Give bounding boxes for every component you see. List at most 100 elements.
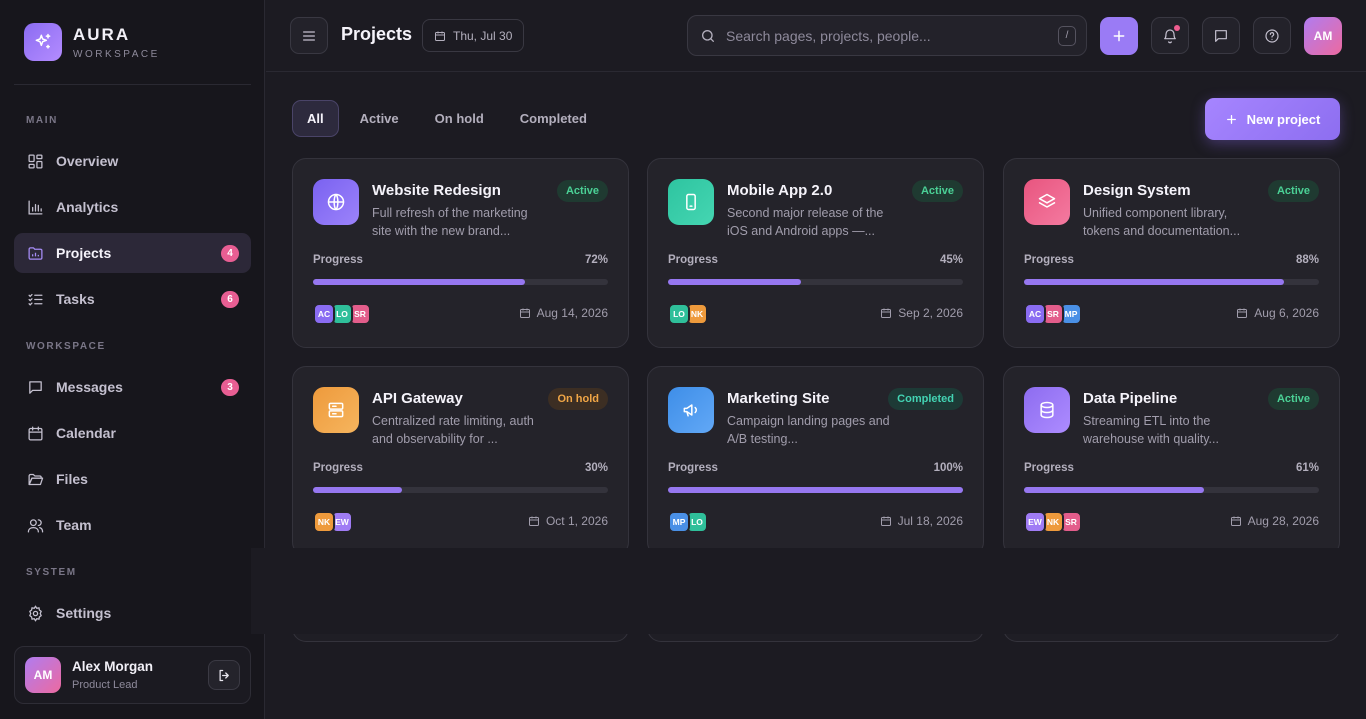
- project-card[interactable]: Data Pipeline Streaming ETL into the war…: [1003, 366, 1340, 556]
- project-card[interactable]: API Gateway Centralized rate limiting, a…: [292, 366, 629, 556]
- due-date: Aug 14, 2026: [519, 306, 608, 320]
- menu-toggle-button[interactable]: [290, 17, 328, 54]
- project-card[interactable]: Website Redesign Full refresh of the mar…: [292, 158, 629, 348]
- date-chip[interactable]: Thu, Jul 30: [422, 19, 525, 52]
- due-date-label: Oct 1, 2026: [545, 514, 608, 528]
- message-icon: [1215, 29, 1227, 42]
- section-label-workspace: WORKSPACE: [26, 341, 106, 352]
- sidebar-item-analytics[interactable]: Analytics: [14, 187, 251, 227]
- sidebar-item-files[interactable]: Files: [14, 459, 251, 499]
- folder-icon: [26, 244, 44, 262]
- messages-button[interactable]: [1202, 17, 1240, 54]
- plus-icon: [1226, 114, 1236, 124]
- project-title[interactable]: Mobile App 2.0: [727, 182, 832, 199]
- count-badge: 6: [221, 291, 239, 308]
- project-description: Unified component library, tokens and do…: [1083, 206, 1241, 238]
- page-title: Projects: [341, 24, 413, 44]
- status-badge: Active: [1267, 388, 1319, 410]
- due-date: Aug 28, 2026: [1230, 514, 1319, 528]
- progress-label: Progress: [1024, 254, 1074, 266]
- member-avatars: NK EW: [313, 511, 353, 533]
- search-bar[interactable]: /: [687, 15, 1087, 56]
- notifications-button[interactable]: [1151, 17, 1189, 54]
- sidebar-item-label: Tasks: [56, 291, 95, 307]
- progress-fill: [1024, 279, 1284, 285]
- sidebar: AURA WORKSPACE MAIN Overview Analytics P…: [0, 0, 265, 719]
- progress-bar: [313, 487, 608, 493]
- project-description: Campaign landing pages and A/B testing..…: [727, 414, 890, 446]
- progress-fill: [668, 279, 801, 285]
- divider: [14, 84, 251, 85]
- calendar-icon: [26, 424, 44, 442]
- project-title[interactable]: Design System: [1083, 182, 1191, 199]
- project-card[interactable]: Mobile App 2.0 Second major release of t…: [647, 158, 984, 348]
- due-date: Oct 1, 2026: [528, 514, 608, 528]
- status-badge: Completed: [888, 388, 963, 410]
- avatar[interactable]: AM: [1304, 17, 1342, 55]
- member-avatars: LO NK: [668, 303, 708, 325]
- progress-value: 30%: [584, 462, 608, 474]
- project-card[interactable]: Marketing Site Campaign landing pages an…: [647, 366, 984, 556]
- project-title[interactable]: Marketing Site: [727, 390, 830, 407]
- add-button[interactable]: [1100, 17, 1138, 55]
- sidebar-item-team[interactable]: Team: [14, 505, 251, 545]
- tab-on-hold[interactable]: On hold: [420, 100, 499, 137]
- due-date: Aug 6, 2026: [1236, 306, 1319, 320]
- globe-icon: [313, 179, 359, 225]
- project-title[interactable]: API Gateway: [372, 390, 463, 407]
- shortcut-hint: /: [1058, 25, 1076, 46]
- search-input[interactable]: [726, 27, 1058, 44]
- sidebar-item-messages[interactable]: Messages 3: [14, 367, 251, 407]
- progress-label: Progress: [313, 254, 363, 266]
- progress-fill: [313, 279, 526, 285]
- section-label-system: SYSTEM: [26, 567, 77, 578]
- search-icon: [702, 29, 714, 42]
- sidebar-item-label: Files: [56, 471, 88, 487]
- project-title[interactable]: Website Redesign: [372, 182, 501, 199]
- sidebar-item-overview[interactable]: Overview: [14, 141, 251, 181]
- calendar-icon: [881, 308, 892, 318]
- sidebar-item-settings[interactable]: Settings: [14, 593, 251, 633]
- progress-bar: [1024, 487, 1319, 493]
- project-title[interactable]: Data Pipeline: [1083, 390, 1177, 407]
- phone-icon: [668, 179, 714, 225]
- progress-fill: [1024, 487, 1204, 493]
- sidebar-item-label: Messages: [56, 379, 123, 395]
- sidebar-item-projects[interactable]: Projects 4: [14, 233, 251, 273]
- progress-bar: [1024, 279, 1319, 285]
- logout-button[interactable]: [208, 660, 240, 690]
- notification-dot: [1174, 25, 1180, 31]
- plus-icon: [1113, 30, 1125, 42]
- brand[interactable]: AURA WORKSPACE: [24, 23, 160, 61]
- due-date-label: Sep 2, 2026: [898, 306, 963, 320]
- calendar-icon: [880, 516, 891, 526]
- project-description: Second major release of the iOS and Andr…: [727, 206, 884, 238]
- new-project-button[interactable]: New project: [1205, 98, 1340, 140]
- user-card[interactable]: AM Alex Morgan Product Lead: [14, 646, 251, 704]
- help-button[interactable]: [1253, 17, 1291, 54]
- project-description: Full refresh of the marketing site with …: [372, 206, 528, 238]
- sidebar-item-label: Team: [56, 517, 92, 533]
- sidebar-item-tasks[interactable]: Tasks 6: [14, 279, 251, 319]
- tab-all[interactable]: All: [292, 100, 339, 137]
- grid-icon: [26, 152, 44, 170]
- project-card[interactable]: Design System Unified component library,…: [1003, 158, 1340, 348]
- avatar: MP: [668, 511, 690, 533]
- sidebar-item-label: Calendar: [56, 425, 116, 441]
- sidebar-item-calendar[interactable]: Calendar: [14, 413, 251, 453]
- tab-completed[interactable]: Completed: [505, 100, 602, 137]
- section-label-main: MAIN: [26, 115, 58, 126]
- calendar-icon: [519, 308, 530, 318]
- count-badge: 3: [221, 379, 239, 396]
- member-avatars: MP LO: [668, 511, 708, 533]
- server-icon: [313, 387, 359, 433]
- progress-fill: [313, 487, 402, 493]
- avatar: EW: [1024, 511, 1046, 533]
- progress-fill: [668, 487, 963, 493]
- status-badge: Active: [1267, 180, 1319, 202]
- brand-name: AURA: [73, 24, 131, 44]
- tab-active[interactable]: Active: [345, 100, 414, 137]
- checklist-icon: [26, 290, 44, 308]
- due-date-label: Aug 14, 2026: [536, 306, 608, 320]
- progress-value: 100%: [933, 462, 963, 474]
